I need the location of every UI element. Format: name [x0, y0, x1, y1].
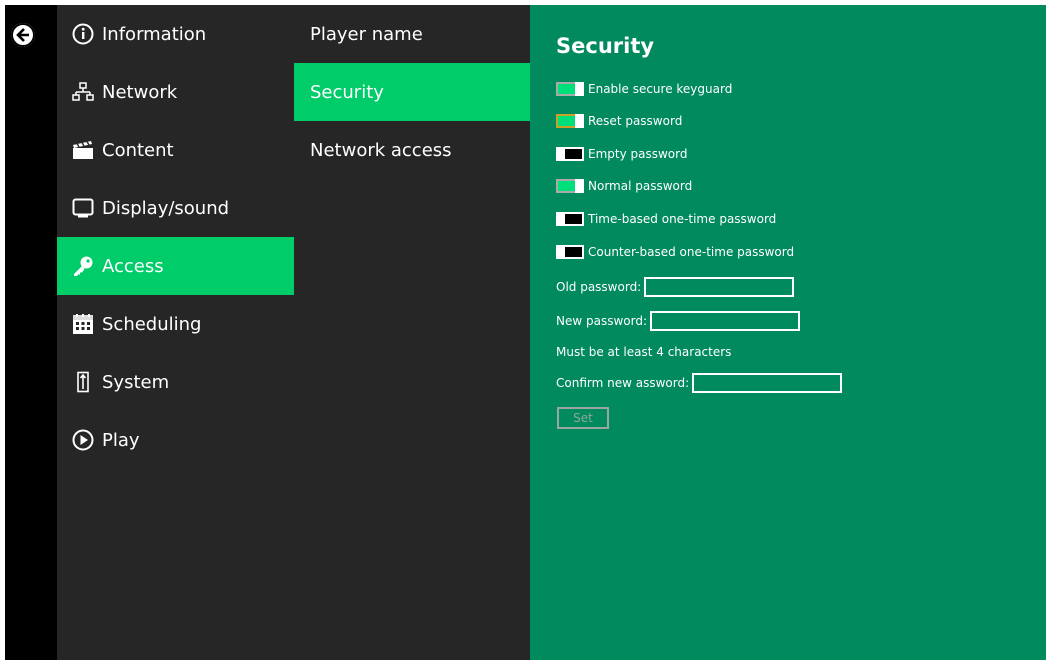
confirm-password-label: Confirm new assword:: [556, 376, 690, 390]
calendar-icon: [72, 313, 94, 335]
sidebar-item-scheduling[interactable]: Scheduling: [57, 295, 294, 353]
subnav: Player name Security Network access: [294, 5, 530, 660]
toggle-row-empty-password: Empty password: [556, 144, 687, 164]
key-icon: [72, 255, 94, 277]
normal-password-toggle[interactable]: [556, 179, 584, 193]
play-icon: [72, 429, 94, 451]
page-title: Security: [556, 34, 655, 58]
sidebar-item-label: Network: [102, 81, 178, 103]
toggle-label: Reset password: [588, 114, 683, 128]
app-window: Information Network Content Display/soun…: [5, 5, 1046, 660]
toggle-row-secure-keyguard: Enable secure keyguard: [556, 79, 732, 99]
network-icon: [72, 81, 94, 103]
toggle-label: Empty password: [588, 147, 688, 161]
sidebar-nav: Information Network Content Display/soun…: [57, 5, 294, 660]
set-button[interactable]: Set: [557, 407, 609, 429]
toggle-row-normal-password: Normal password: [556, 176, 692, 196]
sidebar-item-access[interactable]: Access: [57, 237, 294, 295]
reset-password-toggle[interactable]: [556, 114, 584, 128]
info-icon: [72, 23, 94, 45]
empty-password-toggle[interactable]: [556, 147, 584, 161]
toggle-label: Counter-based one-time password: [588, 245, 795, 259]
sidebar-item-label: Scheduling: [102, 313, 202, 335]
clapperboard-icon: [72, 139, 94, 161]
system-icon: [72, 371, 94, 393]
new-password-row: New password:: [556, 311, 801, 331]
confirm-password-field[interactable]: [692, 373, 843, 393]
password-hint: Must be at least 4 characters: [556, 345, 732, 359]
monitor-icon: [72, 197, 94, 219]
arrow-left-circle-icon: [11, 23, 35, 47]
toggle-row-totp: Time-based one-time password: [556, 209, 776, 229]
sidebar-item-label: Display/sound: [102, 197, 230, 219]
sidebar-item-information[interactable]: Information: [57, 5, 294, 63]
confirm-password-row: Confirm new assword:: [556, 373, 843, 393]
sidebar-item-play[interactable]: Play: [57, 411, 294, 469]
hotp-toggle[interactable]: [556, 245, 584, 259]
sidebar-item-label: Content: [102, 139, 174, 161]
toggle-label: Enable secure keyguard: [588, 82, 733, 96]
toggle-label: Time-based one-time password: [588, 212, 777, 226]
subnav-item-network-access[interactable]: Network access: [294, 121, 530, 179]
security-panel: Security Enable secure keyguard Reset pa…: [530, 5, 1046, 660]
subnav-item-security[interactable]: Security: [294, 63, 530, 121]
old-password-label: Old password:: [556, 280, 642, 294]
sidebar-item-display-sound[interactable]: Display/sound: [57, 179, 294, 237]
toggle-row-hotp: Counter-based one-time password: [556, 242, 794, 262]
subnav-item-player-name[interactable]: Player name: [294, 5, 530, 63]
old-password-row: Old password:: [556, 277, 795, 297]
sidebar-item-label: System: [102, 371, 170, 393]
new-password-field[interactable]: [650, 311, 801, 331]
old-password-field[interactable]: [644, 277, 795, 297]
back-button[interactable]: [11, 23, 35, 47]
secure-keyguard-toggle[interactable]: [556, 82, 584, 96]
sidebar-item-label: Access: [102, 255, 164, 277]
sidebar-item-label: Play: [102, 429, 140, 451]
back-bar: [5, 5, 57, 660]
toggle-row-reset-password: Reset password: [556, 111, 682, 131]
toggle-label: Normal password: [588, 179, 693, 193]
new-password-label: New password:: [556, 314, 648, 328]
totp-toggle[interactable]: [556, 212, 584, 226]
sidebar-item-label: Information: [102, 23, 207, 45]
sidebar-item-content[interactable]: Content: [57, 121, 294, 179]
sidebar-item-network[interactable]: Network: [57, 63, 294, 121]
sidebar-item-system[interactable]: System: [57, 353, 294, 411]
